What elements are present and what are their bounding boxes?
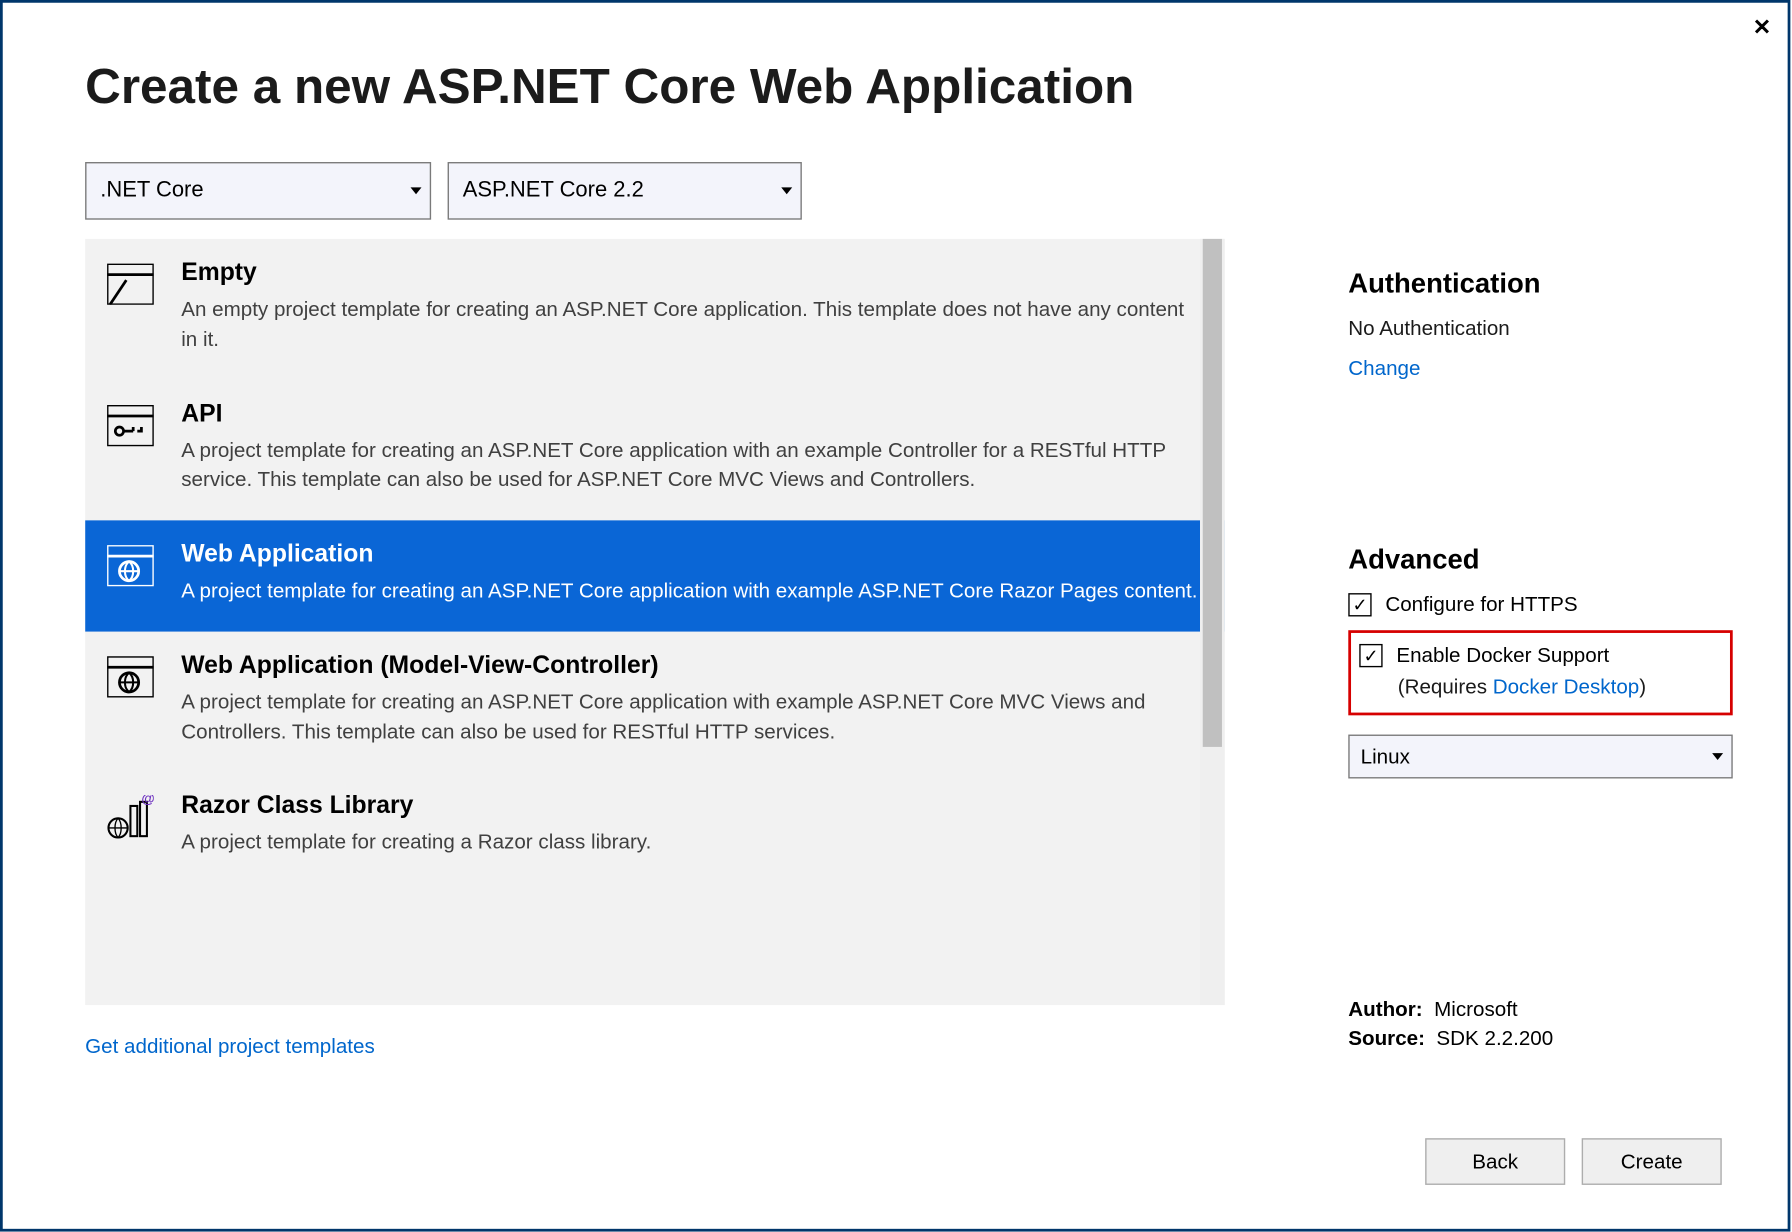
get-additional-templates-link[interactable]: Get additional project templates [85, 1035, 375, 1058]
dialog-buttons: Back Create [1425, 1138, 1722, 1185]
library-template-icon: @ [104, 791, 156, 843]
advanced-section: Advanced ✓ Configure for HTTPS ✓ Enable … [1348, 545, 1732, 778]
enable-docker-label: Enable Docker Support [1396, 644, 1609, 667]
source-label: Source: [1348, 1027, 1425, 1050]
framework-selectors: .NET Core ASP.NET Core 2.2 [85, 162, 1705, 220]
version-combo[interactable]: ASP.NET Core 2.2 [448, 162, 802, 220]
web-template-icon [104, 650, 156, 702]
change-authentication-link[interactable]: Change [1348, 357, 1420, 380]
chevron-down-icon [781, 187, 792, 194]
template-item-web-application[interactable]: Web Application A project template for c… [85, 520, 1225, 631]
template-item-api[interactable]: API A project template for creating an A… [85, 380, 1225, 521]
template-title: Web Application [181, 540, 1200, 569]
authentication-value: No Authentication [1348, 317, 1732, 340]
authentication-heading: Authentication [1348, 269, 1732, 301]
template-title: API [181, 399, 1200, 428]
author-label: Author: [1348, 998, 1422, 1021]
framework-combo[interactable]: .NET Core [85, 162, 431, 220]
docker-os-combo[interactable]: Linux [1348, 735, 1732, 779]
template-column: Empty An empty project template for crea… [85, 239, 1225, 1060]
advanced-heading: Advanced [1348, 545, 1732, 577]
author-value: Microsoft [1434, 998, 1518, 1021]
template-title: Web Application (Model-View-Controller) [181, 650, 1200, 679]
svg-text:@: @ [141, 795, 153, 806]
configure-https-checkbox[interactable]: ✓ Configure for HTTPS [1348, 593, 1732, 616]
scrollbar-thumb[interactable] [1203, 239, 1222, 747]
configure-https-label: Configure for HTTPS [1385, 593, 1577, 616]
checkbox-checked-icon: ✓ [1348, 593, 1371, 616]
template-list[interactable]: Empty An empty project template for crea… [85, 239, 1225, 1005]
docker-os-value: Linux [1361, 745, 1410, 768]
enable-docker-checkbox[interactable]: ✓ Enable Docker Support [1359, 644, 1721, 667]
main-row: Empty An empty project template for crea… [85, 239, 1705, 1060]
template-meta: Author: Microsoft Source: SDK 2.2.200 [1348, 998, 1732, 1050]
docker-desktop-link[interactable]: Docker Desktop [1493, 676, 1640, 699]
template-item-web-application-mvc[interactable]: Web Application (Model-View-Controller) … [85, 631, 1225, 772]
docker-requires-note: (Requires Docker Desktop) [1398, 676, 1722, 699]
web-template-icon [104, 540, 156, 592]
authentication-section: Authentication No Authentication Change [1348, 269, 1732, 380]
new-project-dialog: ✕ Create a new ASP.NET Core Web Applicat… [0, 0, 1790, 1232]
template-desc: A project template for creating an ASP.N… [181, 436, 1200, 496]
scrollbar-track[interactable] [1200, 239, 1225, 1005]
version-combo-value: ASP.NET Core 2.2 [463, 178, 644, 203]
checkbox-checked-icon: ✓ [1359, 644, 1382, 667]
template-title: Razor Class Library [181, 791, 1200, 820]
template-desc: A project template for creating an ASP.N… [181, 688, 1200, 748]
docker-highlight-box: ✓ Enable Docker Support (Requires Docker… [1348, 630, 1732, 715]
source-value: SDK 2.2.200 [1436, 1027, 1553, 1050]
create-button[interactable]: Create [1582, 1138, 1722, 1185]
chevron-down-icon [411, 187, 422, 194]
template-desc: A project template for creating a Razor … [181, 828, 1200, 858]
close-button[interactable]: ✕ [1753, 14, 1771, 41]
empty-template-icon [104, 258, 156, 310]
template-item-razor-class-library[interactable]: @ Razor Class Library A project template… [85, 772, 1225, 883]
framework-combo-value: .NET Core [100, 178, 203, 203]
template-item-empty[interactable]: Empty An empty project template for crea… [85, 239, 1225, 380]
template-desc: A project template for creating an ASP.N… [181, 577, 1200, 607]
template-desc: An empty project template for creating a… [181, 295, 1200, 355]
dialog-content: Create a new ASP.NET Core Web Applicatio… [3, 3, 1788, 1088]
options-sidebar: Authentication No Authentication Change … [1348, 239, 1732, 1060]
back-button[interactable]: Back [1425, 1138, 1565, 1185]
page-title: Create a new ASP.NET Core Web Applicatio… [85, 58, 1705, 116]
requires-prefix: (Requires [1398, 676, 1493, 699]
api-template-icon [104, 399, 156, 451]
chevron-down-icon [1712, 753, 1723, 760]
template-title: Empty [181, 258, 1200, 287]
requires-suffix: ) [1639, 676, 1646, 699]
